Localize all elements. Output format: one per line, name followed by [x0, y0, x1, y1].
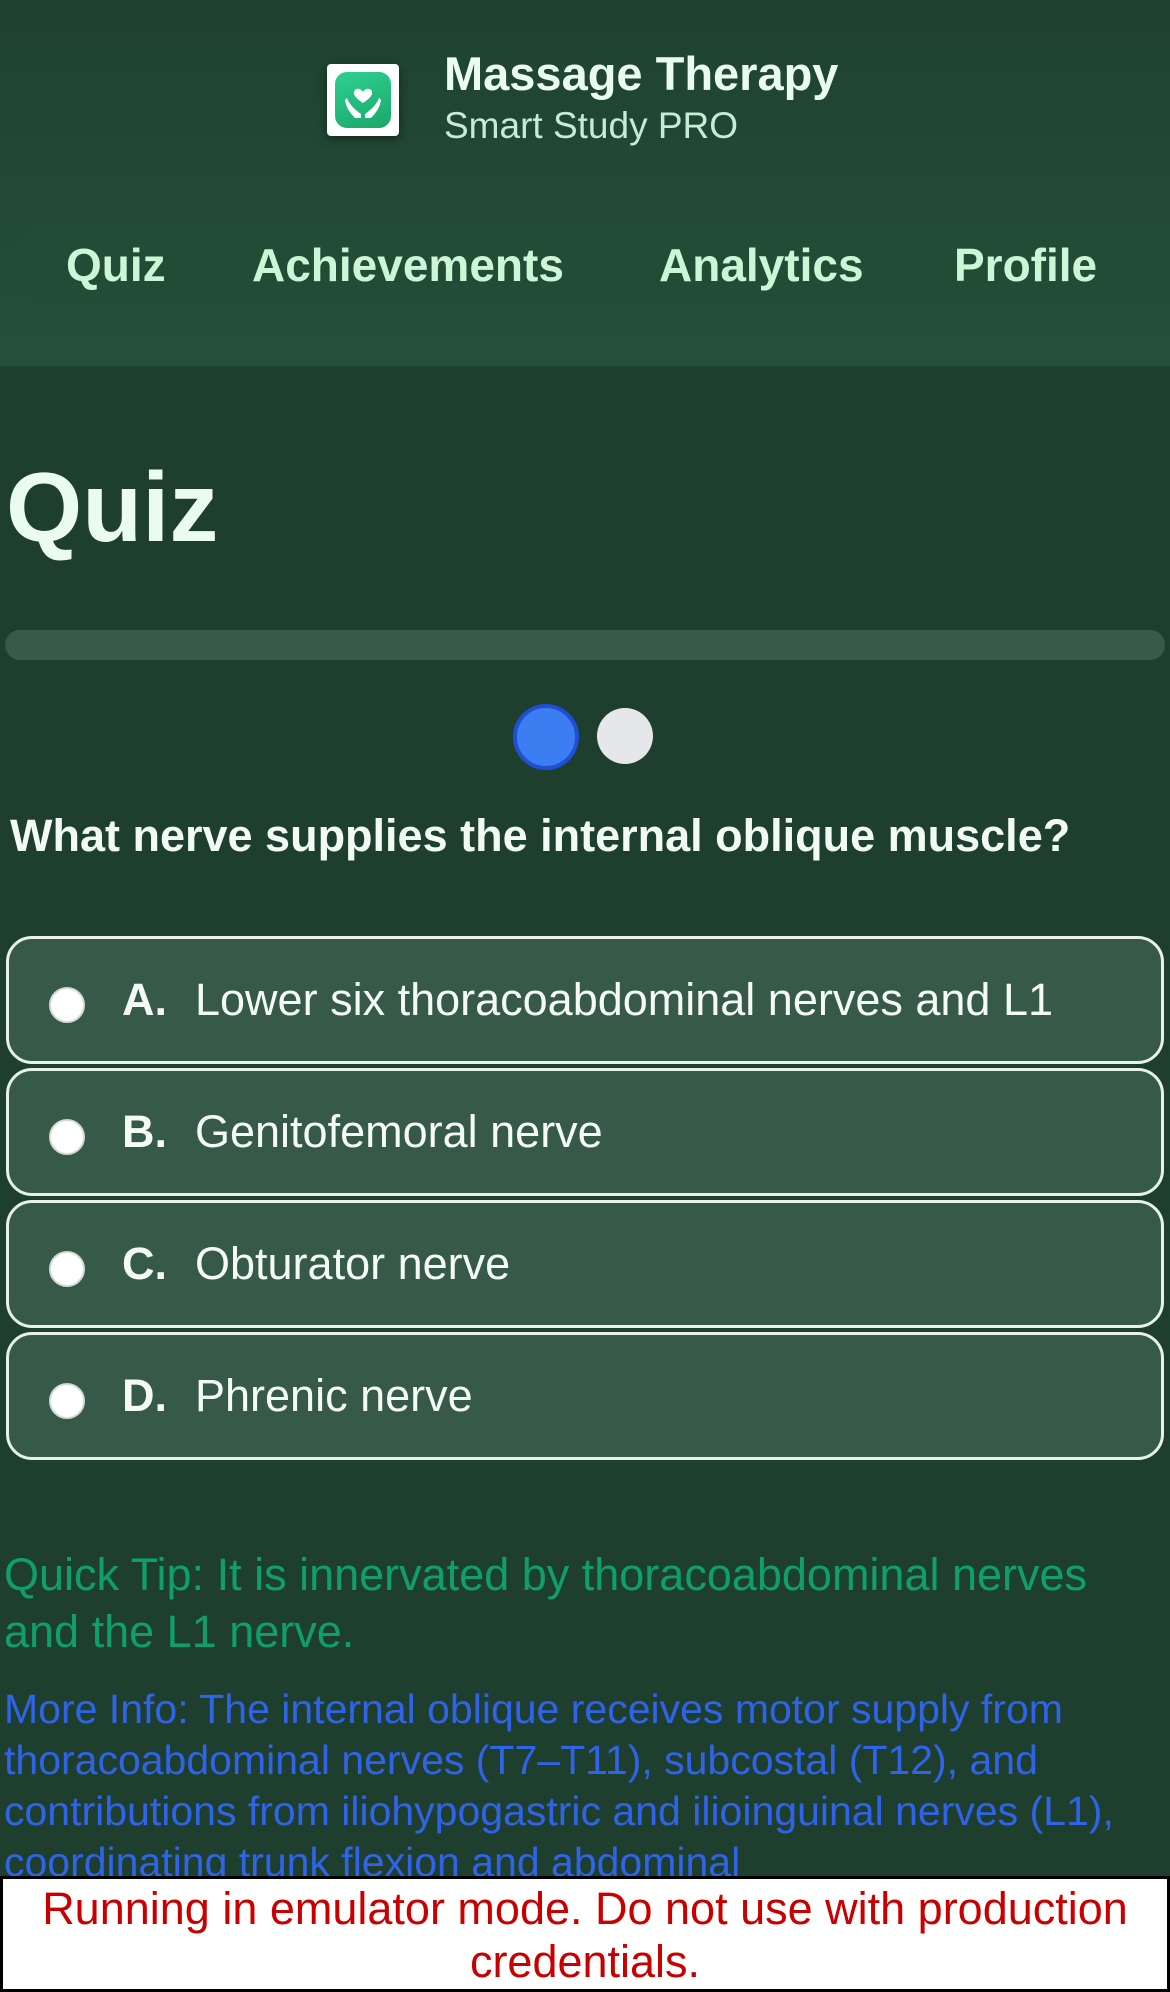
radio-button[interactable]	[49, 987, 85, 1023]
option-letter: C.	[122, 1238, 167, 1289]
app-title: Massage Therapy	[444, 47, 839, 100]
nav-item-quiz[interactable]: Quiz	[66, 224, 166, 306]
nav-item-analytics[interactable]: Analytics	[659, 224, 864, 306]
quick-tip: Quick Tip: It is innervated by thoracoab…	[4, 1549, 1088, 1657]
brand: Massage Therapy Smart Study PRO	[327, 47, 838, 146]
option-letter: D.	[122, 1370, 167, 1421]
quiz-progress-bar	[5, 630, 1165, 660]
radio-button[interactable]	[49, 1119, 85, 1155]
option-letter: B.	[122, 1106, 167, 1157]
main-nav: Quiz Achievements Analytics Profile	[20, 224, 1170, 306]
radio-button[interactable]	[49, 1383, 85, 1419]
radio-button[interactable]	[49, 1251, 85, 1287]
question-dot-2[interactable]	[597, 708, 653, 764]
option-text: Obturator nerve	[195, 1238, 511, 1289]
answer-option-b[interactable]: B. Genitofemoral nerve	[6, 1068, 1164, 1196]
option-letter: A.	[122, 974, 167, 1025]
question-text: What nerve supplies the internal oblique…	[10, 810, 1071, 861]
app-logo	[327, 64, 399, 136]
answer-option-c[interactable]: C. Obturator nerve	[6, 1200, 1164, 1328]
app-header: Massage Therapy Smart Study PRO Quiz Ach…	[0, 0, 1170, 366]
nav-item-profile[interactable]: Profile	[954, 224, 1097, 306]
page-title: Quiz	[6, 452, 219, 562]
option-text: Lower six thoracoabdominal nerves and L1	[195, 974, 1054, 1025]
answer-option-d[interactable]: D. Phrenic nerve	[6, 1332, 1164, 1460]
answer-option-a[interactable]: A. Lower six thoracoabdominal nerves and…	[6, 936, 1164, 1064]
more-info: More Info: The internal oblique receives…	[4, 1686, 1114, 1885]
option-text: Genitofemoral nerve	[195, 1106, 603, 1157]
option-text: Phrenic nerve	[195, 1370, 473, 1421]
question-dot-1-active[interactable]	[513, 704, 579, 770]
app-subtitle: Smart Study PRO	[444, 105, 739, 146]
emulator-warning-banner: Running in emulator mode. Do not use wit…	[0, 1876, 1170, 1992]
hands-heart-icon	[335, 72, 391, 128]
nav-item-achievements[interactable]: Achievements	[252, 224, 564, 306]
brand-text: Massage Therapy Smart Study PRO	[444, 46, 838, 150]
